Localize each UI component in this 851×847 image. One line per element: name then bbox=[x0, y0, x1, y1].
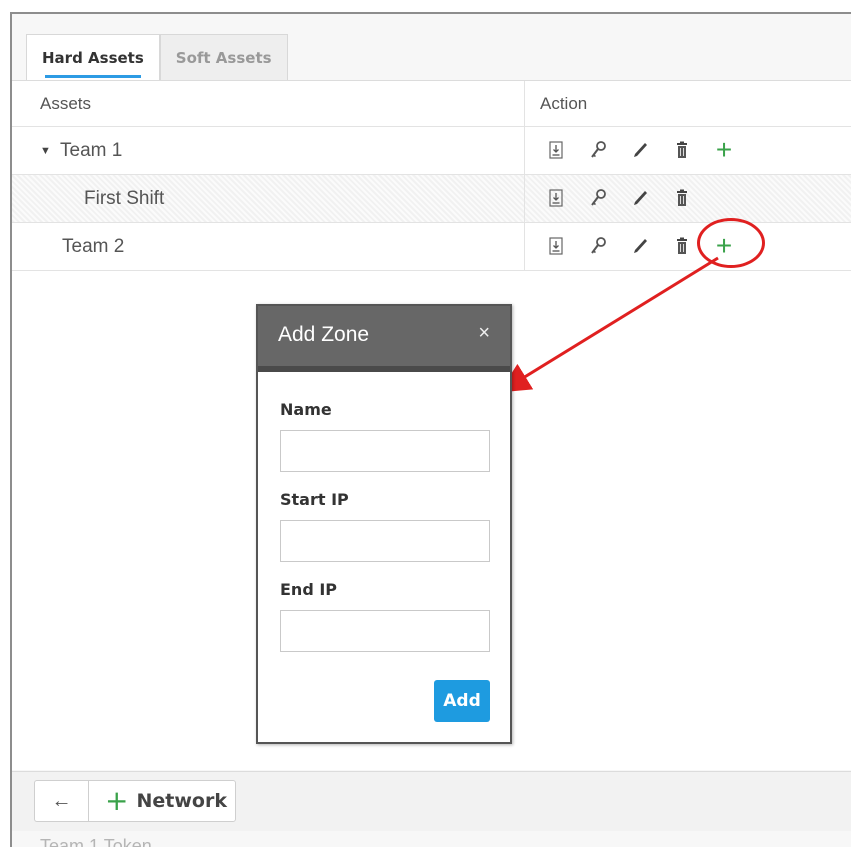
pencil-icon[interactable] bbox=[630, 187, 650, 209]
footer-button-group: ← + Network bbox=[34, 780, 236, 822]
column-header-assets: Assets bbox=[12, 81, 525, 126]
trash-icon[interactable] bbox=[672, 187, 692, 209]
add-network-button[interactable]: + Network bbox=[88, 780, 236, 822]
add-network-label: Network bbox=[136, 790, 227, 812]
tab-hard-assets[interactable]: Hard Assets bbox=[26, 34, 160, 82]
end-ip-input[interactable] bbox=[280, 610, 490, 652]
start-ip-input[interactable] bbox=[280, 520, 490, 562]
back-button[interactable]: ← bbox=[34, 780, 88, 822]
column-header-action: Action bbox=[540, 94, 588, 113]
download-icon[interactable] bbox=[546, 139, 566, 161]
footer-toolbar: ← + Network bbox=[12, 771, 851, 831]
start-ip-label: Start IP bbox=[280, 490, 349, 509]
row-name: First Shift bbox=[12, 175, 525, 222]
table-row[interactable]: ▼ Team 1 + bbox=[12, 127, 851, 175]
plus-icon[interactable]: + bbox=[714, 136, 734, 164]
add-zone-dialog: Add Zone × Name Start IP End IP Add bbox=[256, 304, 512, 744]
add-button[interactable]: Add bbox=[434, 680, 490, 722]
key-icon[interactable] bbox=[588, 235, 608, 257]
table-row[interactable]: Team 2 + bbox=[12, 223, 851, 271]
close-icon[interactable]: × bbox=[478, 306, 490, 360]
table-header: Assets Action bbox=[12, 81, 851, 127]
pencil-icon[interactable] bbox=[630, 235, 650, 257]
dialog-title: Add Zone bbox=[278, 323, 370, 346]
section-label: Team 1 Token bbox=[40, 836, 152, 847]
download-icon[interactable] bbox=[546, 235, 566, 257]
table-row[interactable]: First Shift bbox=[12, 175, 851, 223]
name-input[interactable] bbox=[280, 430, 490, 472]
dialog-header: Add Zone × bbox=[258, 306, 510, 372]
download-icon[interactable] bbox=[546, 187, 566, 209]
tab-soft-assets[interactable]: Soft Assets bbox=[159, 34, 288, 82]
trash-icon[interactable] bbox=[672, 139, 692, 161]
key-icon[interactable] bbox=[588, 187, 608, 209]
plus-icon: + bbox=[105, 784, 129, 817]
expand-caret-icon[interactable]: ▼ bbox=[40, 127, 51, 175]
row-name: Team 1 bbox=[60, 140, 123, 161]
trash-icon[interactable] bbox=[672, 235, 692, 257]
name-label: Name bbox=[280, 400, 332, 419]
end-ip-label: End IP bbox=[280, 580, 338, 599]
plus-icon[interactable]: + bbox=[714, 232, 734, 260]
pencil-icon[interactable] bbox=[630, 139, 650, 161]
asset-tabs: Hard Assets Soft Assets bbox=[26, 34, 288, 82]
row-name: Team 2 bbox=[12, 223, 525, 270]
key-icon[interactable] bbox=[588, 139, 608, 161]
